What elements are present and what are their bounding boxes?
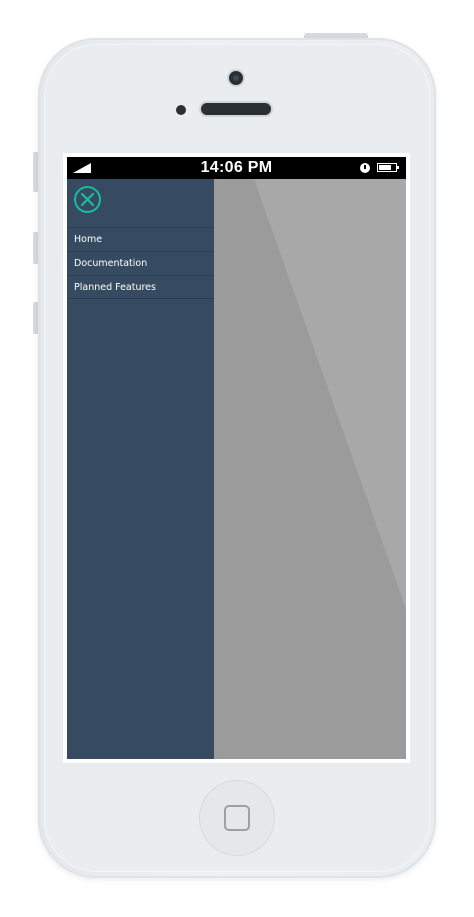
battery-icon — [377, 163, 399, 172]
menu-item-home[interactable]: Home — [67, 227, 214, 251]
menu-item-planned-features[interactable]: Planned Features — [67, 275, 214, 299]
earpiece-speaker — [201, 103, 271, 115]
status-bar: 14:06 PM — [67, 157, 406, 179]
app-viewport: 14:06 PM Home Documentation Planned Feat… — [67, 157, 406, 759]
menu-item-documentation[interactable]: Documentation — [67, 251, 214, 275]
close-drawer-button[interactable] — [74, 186, 101, 213]
home-button[interactable] — [199, 780, 275, 856]
front-camera — [229, 71, 243, 85]
side-drawer: Home Documentation Planned Features — [67, 179, 214, 759]
proximity-sensor — [176, 105, 186, 115]
close-icon — [80, 192, 95, 207]
home-square-icon — [224, 805, 250, 831]
phone-screen: 14:06 PM Home Documentation Planned Feat… — [63, 153, 410, 763]
main-content-area[interactable] — [214, 179, 406, 759]
device-mockup: 14:06 PM Home Documentation Planned Feat… — [0, 0, 474, 917]
drawer-menu: Home Documentation Planned Features — [67, 227, 214, 299]
screen-glare — [254, 179, 406, 609]
status-time: 14:06 PM — [200, 159, 273, 176]
alarm-icon — [360, 163, 370, 173]
